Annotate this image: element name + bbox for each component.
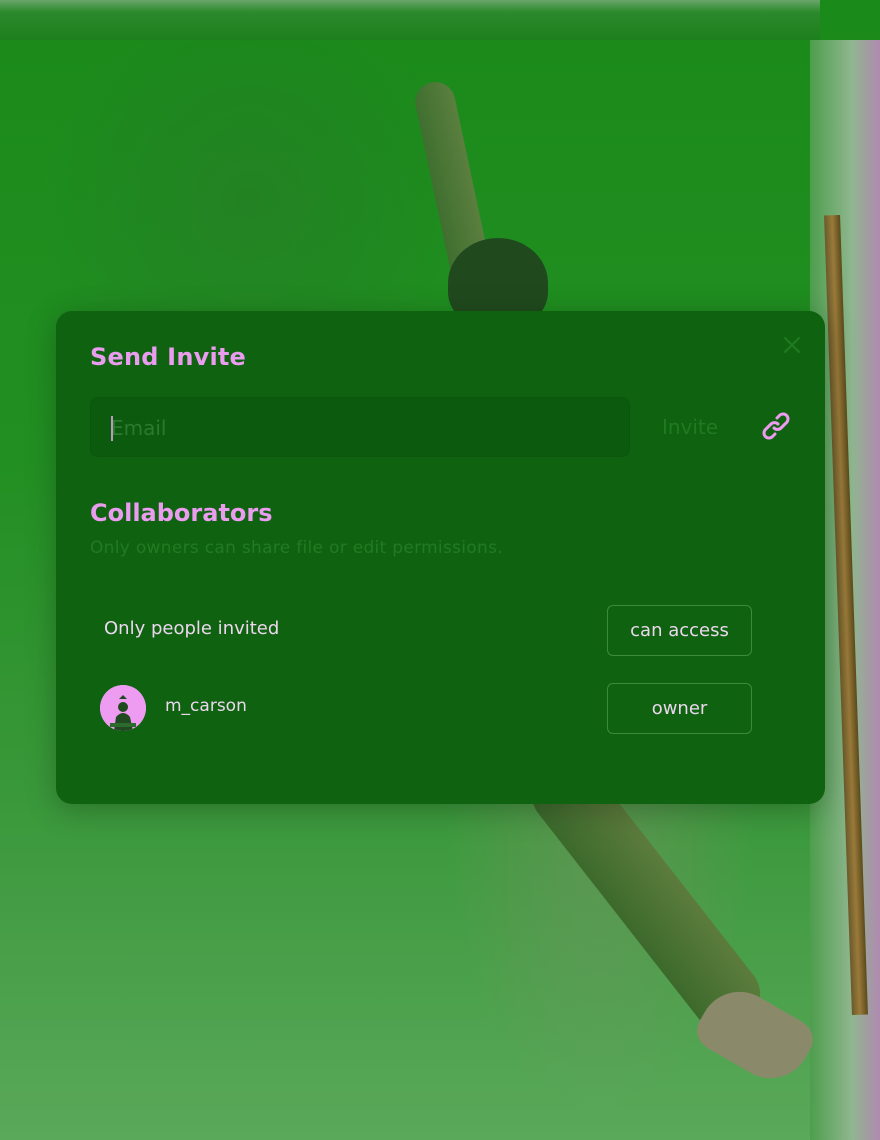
collaborator-username: m_carson: [165, 696, 247, 716]
general-access-permission-button[interactable]: can access: [607, 605, 752, 656]
close-button[interactable]: [778, 331, 806, 359]
text-caret: [111, 416, 113, 441]
invite-dialog: Send Invite Invite Collaborators Only ow…: [56, 311, 825, 804]
close-icon: [784, 337, 800, 353]
dialog-title: Send Invite: [90, 343, 247, 371]
collaborator-permission-button[interactable]: owner: [607, 683, 752, 734]
collaborators-title: Collaborators: [90, 499, 273, 527]
avatar-icon: [100, 685, 146, 731]
copy-link-button[interactable]: [758, 408, 794, 444]
link-icon: [762, 412, 790, 440]
invite-button[interactable]: Invite: [652, 407, 728, 447]
general-access-label: Only people invited: [104, 618, 280, 639]
email-input[interactable]: [109, 408, 613, 448]
avatar: [100, 685, 146, 731]
background-backdrop-rail: [0, 0, 820, 40]
collaborators-subtitle: Only owners can share file or edit permi…: [90, 538, 503, 558]
email-field[interactable]: [90, 397, 630, 457]
